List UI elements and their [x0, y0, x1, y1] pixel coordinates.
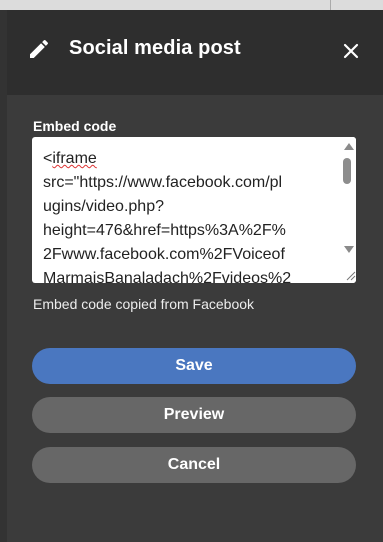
embed-line-5: 2Fwww.facebook.com%2FVoiceof [43, 246, 285, 263]
scroll-down-arrow-icon[interactable] [344, 246, 354, 253]
embed-line-4: height=476&href=https%3A%2F% [43, 222, 286, 239]
dialog-header: Social media post [7, 10, 383, 95]
textarea-scrollbar[interactable] [341, 137, 356, 283]
embed-line-3: ugins/video.php? [43, 198, 164, 215]
pencil-icon [30, 39, 49, 58]
background-page-edge [0, 10, 7, 542]
dialog-title: Social media post [69, 37, 241, 59]
background-divider [330, 0, 331, 10]
embed-help-text: Embed code copied from Facebook [33, 296, 255, 312]
save-button[interactable]: Save [32, 348, 356, 384]
embed-code-content: <iframe src="https://www.facebook.com/pl… [43, 147, 333, 283]
resize-grip-icon[interactable] [344, 269, 356, 281]
background-page-strip [0, 0, 383, 10]
spellcheck-word: iframe [52, 150, 97, 167]
embed-line-6: MarmaisBanaladach%2Fvideos%2 [43, 270, 292, 283]
scroll-thumb[interactable] [343, 158, 351, 184]
close-icon[interactable] [339, 39, 363, 63]
embed-code-label: Embed code [33, 118, 117, 134]
preview-button[interactable]: Preview [32, 397, 356, 433]
cancel-button[interactable]: Cancel [32, 447, 356, 483]
social-media-post-dialog: Social media post Embed code <iframe src… [7, 10, 383, 542]
scroll-up-arrow-icon[interactable] [344, 143, 354, 150]
embed-line-2: src="https://www.facebook.com/pl [43, 174, 283, 191]
embed-code-textarea[interactable]: <iframe src="https://www.facebook.com/pl… [32, 137, 356, 283]
